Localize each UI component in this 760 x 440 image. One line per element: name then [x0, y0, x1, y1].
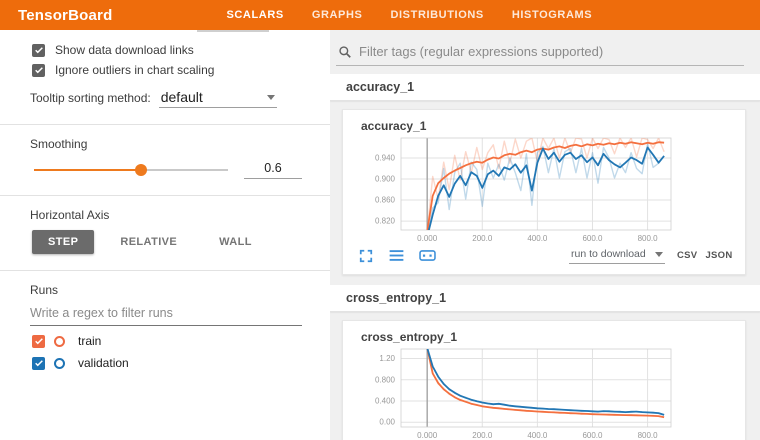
filter-tags-row: [336, 40, 744, 66]
chevron-down-icon: [267, 95, 275, 100]
svg-text:600.0: 600.0: [582, 234, 603, 243]
slider-fill: [34, 169, 141, 171]
svg-text:0.820: 0.820: [375, 217, 396, 226]
tooltip-sort-dropdown[interactable]: default: [159, 88, 277, 108]
svg-text:800.0: 800.0: [638, 431, 659, 440]
filter-tags-input[interactable]: [359, 44, 742, 59]
active-tab-indicator: [197, 30, 269, 32]
download-links-row: Show data download links: [0, 40, 330, 60]
runs-regex-input[interactable]: [30, 303, 302, 326]
svg-text:200.0: 200.0: [472, 431, 493, 440]
smoothing-slider[interactable]: [34, 163, 228, 177]
dashboard-main: accuracy_1 accuracy_1 0.820 0.860 0.900 0.9…: [330, 30, 760, 440]
svg-text:0.000: 0.000: [417, 431, 438, 440]
validation-run-label: validation: [78, 356, 129, 370]
run-to-download-label: run to download: [571, 248, 646, 260]
tooltip-sort-label: Tooltip sorting method:: [30, 91, 151, 105]
validation-color-swatch-icon[interactable]: [54, 358, 65, 369]
runs-title: Runs: [0, 277, 330, 301]
horizontal-axis-buttons: STEP RELATIVE WALL: [0, 226, 330, 264]
download-links-label: Show data download links: [55, 43, 194, 57]
tab-histograms[interactable]: HISTOGRAMS: [498, 0, 606, 30]
smoothing-label: Smoothing: [0, 131, 330, 155]
train-color-swatch-icon[interactable]: [54, 336, 65, 347]
chart-footer: run to download CSV JSON: [353, 245, 737, 270]
svg-text:1.20: 1.20: [379, 354, 395, 363]
run-to-download-dropdown[interactable]: run to download: [569, 247, 665, 264]
ignore-outliers-label: Ignore outliers in chart scaling: [55, 63, 214, 77]
train-run-label: train: [78, 334, 101, 348]
svg-text:0.000: 0.000: [417, 234, 438, 243]
axis-step-button[interactable]: STEP: [32, 230, 94, 254]
chart-title: accuracy_1: [353, 117, 737, 135]
smoothing-row: 0.6: [0, 155, 330, 189]
tab-bar: SCALARS GRAPHS DISTRIBUTIONS HISTOGRAMS: [212, 0, 606, 30]
cross-entropy-line-chart[interactable]: 0.00 0.400 0.800 1.20 0.000 200.0 400.0 600.0 80…: [353, 346, 733, 440]
horizontal-axis-label: Horizontal Axis: [0, 202, 330, 226]
divider: [0, 124, 330, 125]
download-links-checkbox[interactable]: [32, 44, 45, 57]
ignore-outliers-checkbox[interactable]: [32, 64, 45, 77]
chevron-down-icon: [655, 252, 663, 257]
train-checkbox[interactable]: [32, 335, 45, 348]
accuracy-line-chart[interactable]: 0.820 0.860 0.900 0.940 0.000 200.0 400.0 600.0…: [353, 135, 733, 245]
axis-wall-button[interactable]: WALL: [203, 230, 268, 254]
tab-graphs[interactable]: GRAPHS: [298, 0, 377, 30]
expand-chart-icon[interactable]: [359, 248, 376, 263]
accuracy-chart-card: accuracy_1 0.820 0.860 0.900 0.940 0.000 200.…: [342, 109, 746, 275]
run-row-train: train: [0, 330, 330, 352]
ignore-outliers-row: Ignore outliers in chart scaling: [0, 60, 330, 80]
divider: [0, 270, 330, 271]
validation-checkbox[interactable]: [32, 357, 45, 370]
svg-text:0.00: 0.00: [379, 418, 395, 427]
app-title: TensorBoard: [18, 7, 112, 24]
smoothing-value-input[interactable]: 0.6: [244, 161, 302, 179]
axis-toggle-icon[interactable]: [419, 248, 436, 263]
settings-sidebar: Show data download links Ignore outliers…: [0, 30, 330, 440]
svg-text:600.0: 600.0: [582, 431, 603, 440]
chart-title: cross_entropy_1: [353, 328, 737, 346]
svg-text:0.940: 0.940: [375, 153, 396, 162]
check-icon: [34, 358, 44, 368]
svg-text:400.0: 400.0: [527, 431, 548, 440]
tab-scalars[interactable]: SCALARS: [212, 0, 297, 30]
csv-download-link[interactable]: CSV: [677, 250, 697, 261]
check-icon: [34, 65, 44, 75]
svg-text:800.0: 800.0: [638, 234, 659, 243]
check-icon: [34, 45, 44, 55]
cross-entropy-chart-card: cross_entropy_1 0.00 0.400 0.800 1.20 0.000 2…: [342, 320, 746, 440]
svg-text:400.0: 400.0: [527, 234, 548, 243]
section-header-accuracy[interactable]: accuracy_1: [330, 74, 760, 101]
search-icon: [338, 45, 352, 59]
tooltip-sort-row: Tooltip sorting method: default: [0, 80, 330, 118]
run-row-validation: validation: [0, 352, 330, 374]
svg-text:0.800: 0.800: [375, 375, 396, 384]
axis-relative-button[interactable]: RELATIVE: [104, 230, 193, 254]
check-icon: [34, 336, 44, 346]
tooltip-sort-value: default: [161, 89, 203, 105]
svg-text:200.0: 200.0: [472, 234, 493, 243]
download-links: CSV JSON: [677, 250, 733, 261]
svg-text:0.400: 0.400: [375, 397, 396, 406]
runs-list-icon[interactable]: [389, 248, 406, 263]
section-header-cross-entropy[interactable]: cross_entropy_1: [330, 285, 760, 312]
svg-text:0.860: 0.860: [375, 196, 396, 205]
app-header: TensorBoard SCALARS GRAPHS DISTRIBUTIONS…: [0, 0, 760, 30]
svg-text:0.900: 0.900: [375, 175, 396, 184]
tab-distributions[interactable]: DISTRIBUTIONS: [376, 0, 497, 30]
divider: [0, 195, 330, 196]
slider-thumb[interactable]: [135, 164, 147, 176]
json-download-link[interactable]: JSON: [705, 250, 732, 261]
